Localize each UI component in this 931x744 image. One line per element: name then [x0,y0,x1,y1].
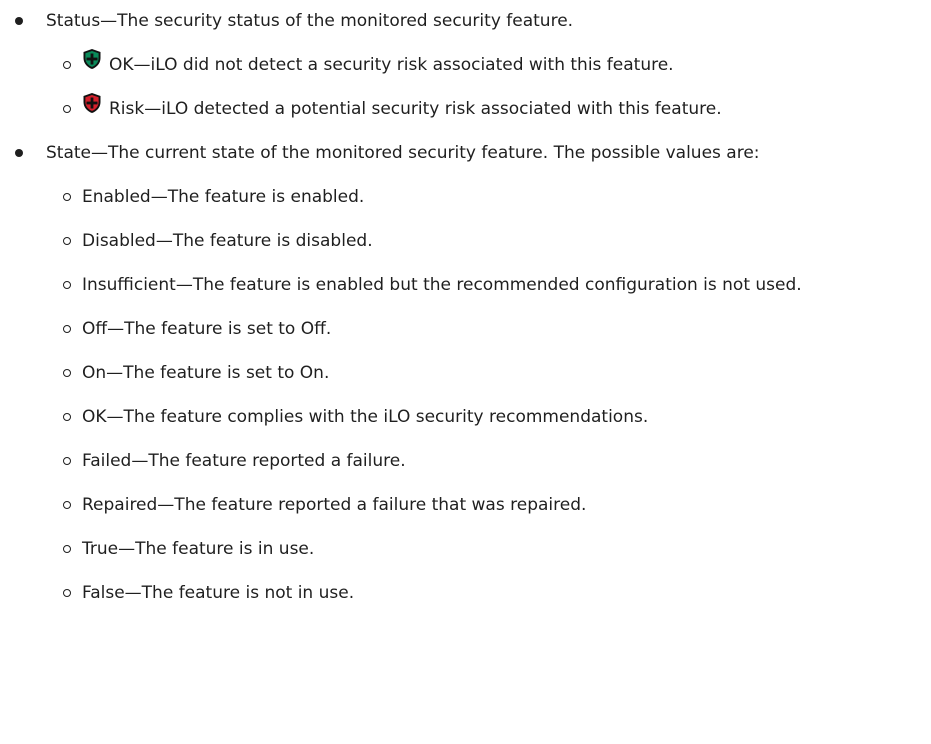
sublist-item-text: Enabled—The feature is enabled. [82,187,365,207]
sublist-item: Repaired—The feature reported a failure … [63,483,931,527]
circle-bullet-icon [63,369,71,377]
sublist-item-text: False—The feature is not in use. [82,583,355,603]
circle-bullet-icon [63,413,71,421]
sublist-item-text: Disabled—The feature is disabled. [82,231,373,251]
sublist-item: Enabled—The feature is enabled. [63,175,931,219]
circle-bullet-icon [63,589,71,597]
circle-bullet-icon [63,545,71,553]
list-item-row: State—The current state of the monitored… [15,131,931,175]
sublist-item-text: OK—iLO did not detect a security risk as… [109,55,674,75]
circle-bullet-icon [63,61,71,69]
sublist-item-text: Risk—iLO detected a potential security r… [109,99,722,119]
circle-bullet-icon [63,325,71,333]
list-item-status: Status—The security status of the monito… [0,0,931,131]
circle-bullet-icon [63,281,71,289]
sublist-item: OK—The feature complies with the iLO sec… [63,395,931,439]
circle-bullet-icon [63,193,71,201]
list-item-row: Status—The security status of the monito… [15,0,931,43]
shield-ok-icon [83,49,101,69]
sublist-item-text: Insufficient—The feature is enabled but … [82,275,802,295]
sublist-item-ok: OK—iLO did not detect a security risk as… [63,43,931,87]
circle-bullet-icon [63,105,71,113]
shield-risk-icon [83,93,101,113]
definition-list: Status—The security status of the monito… [0,0,931,615]
sublist-item-text: On—The feature is set to On. [82,363,330,383]
sublist-item-risk: Risk—iLO detected a potential security r… [63,87,931,131]
list-item-text: State—The current state of the monitored… [46,143,760,163]
list-item-state: State—The current state of the monitored… [0,131,931,615]
bullet-icon [15,17,23,25]
circle-bullet-icon [63,237,71,245]
sublist-item: True—The feature is in use. [63,527,931,571]
bullet-icon [15,149,23,157]
sublist-item: False—The feature is not in use. [63,571,931,615]
sublist-item-text: Repaired—The feature reported a failure … [82,495,587,515]
sublist-item: Disabled—The feature is disabled. [63,219,931,263]
circle-bullet-icon [63,457,71,465]
sublist-item: Insufficient—The feature is enabled but … [63,263,931,307]
content: Status—The security status of the monito… [0,0,931,615]
sublist-item: Off—The feature is set to Off. [63,307,931,351]
circle-bullet-icon [63,501,71,509]
status-sublist: OK—iLO did not detect a security risk as… [63,43,931,131]
sublist-item-text: Off—The feature is set to Off. [82,319,332,339]
list-item-text: Status—The security status of the monito… [46,11,574,31]
sublist-item-text: Failed—The feature reported a failure. [82,451,406,471]
sublist-item: Failed—The feature reported a failure. [63,439,931,483]
state-sublist: Enabled—The feature is enabled. Disabled… [63,175,931,615]
sublist-item-text: True—The feature is in use. [82,539,315,559]
sublist-item: On—The feature is set to On. [63,351,931,395]
sublist-item-text: OK—The feature complies with the iLO sec… [82,407,649,427]
